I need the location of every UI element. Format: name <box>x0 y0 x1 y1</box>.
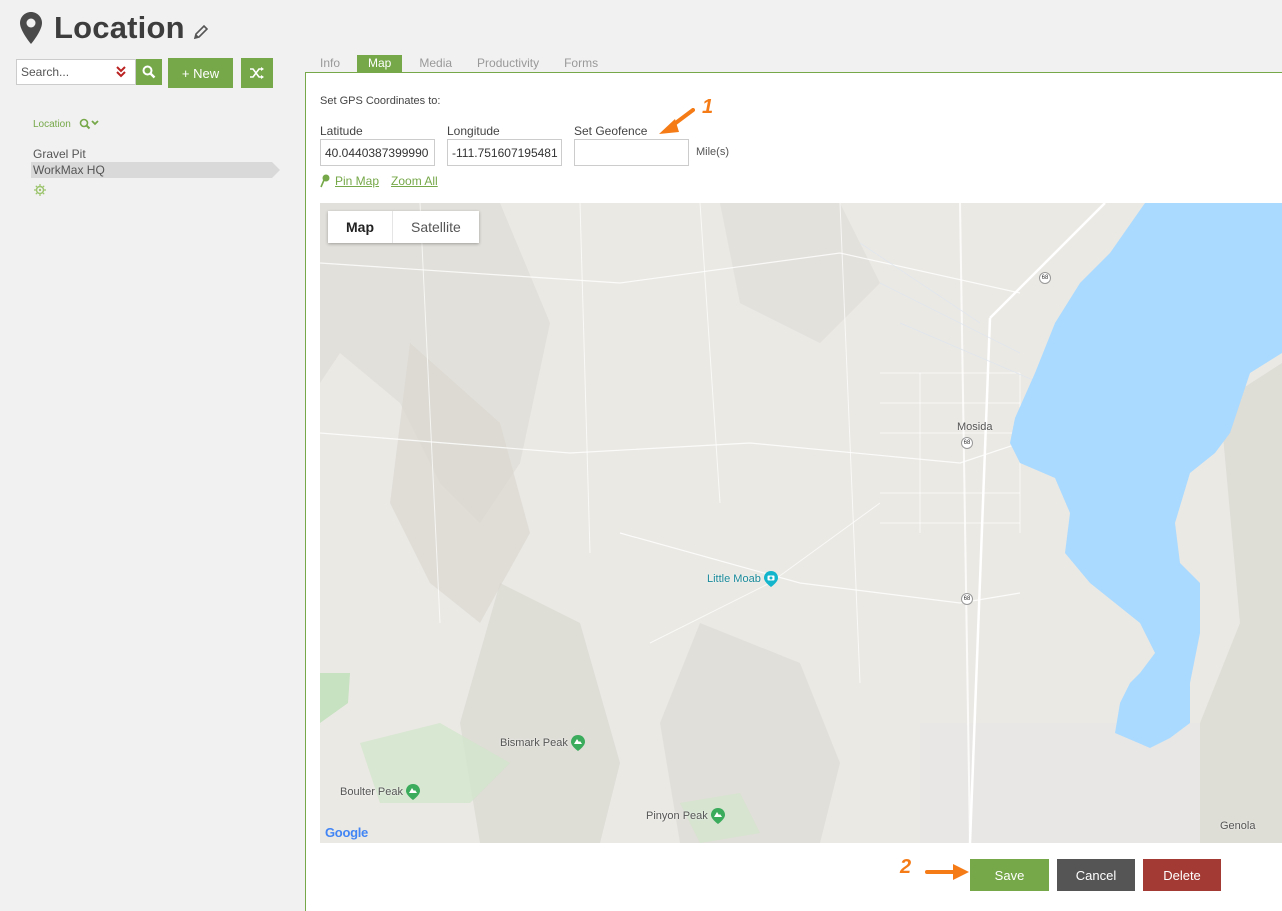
place-label: Bismark Peak <box>500 737 568 749</box>
mountain-poi-icon <box>405 784 420 800</box>
mountain-poi-icon <box>710 808 725 824</box>
tree-item-workmax-hq[interactable]: WorkMax HQ <box>31 162 280 178</box>
tab-productivity[interactable]: Productivity <box>469 55 547 73</box>
geofence-input[interactable] <box>574 139 689 166</box>
page-title: Location <box>54 10 185 45</box>
map-type-map-button[interactable]: Map <box>328 211 393 243</box>
map-type-control: Map Satellite <box>328 211 479 243</box>
longitude-label: Longitude <box>447 124 500 138</box>
cancel-button[interactable]: Cancel <box>1057 859 1135 891</box>
tree-item-gravel-pit[interactable]: Gravel Pit <box>31 146 86 162</box>
place-label: Pinyon Peak <box>646 810 708 822</box>
shuffle-icon <box>250 67 264 79</box>
place-little-moab[interactable]: Little Moab <box>707 571 778 587</box>
gps-coordinates-label: Set GPS Coordinates to: <box>320 95 441 107</box>
annotation-arrow-icon <box>925 864 969 880</box>
tab-forms[interactable]: Forms <box>556 55 606 73</box>
annotation-number-1: 1 <box>702 96 714 118</box>
annotation-number-2: 2 <box>900 856 912 878</box>
map-type-satellite-button[interactable]: Satellite <box>393 211 479 243</box>
page-header: Location <box>20 8 209 48</box>
place-pinyon-peak[interactable]: Pinyon Peak <box>646 808 725 824</box>
place-genola: Genola <box>1220 820 1256 832</box>
save-button[interactable]: Save <box>970 859 1049 891</box>
location-tree-header: Location <box>33 118 99 130</box>
place-mosida: Mosida <box>957 421 993 433</box>
mountain-poi-icon <box>570 735 585 751</box>
tab-map[interactable]: Map <box>357 55 403 73</box>
new-location-button[interactable]: + New <box>168 58 233 88</box>
geofence-unit: Mile(s) <box>696 146 729 158</box>
place-bismark-peak[interactable]: Bismark Peak <box>500 735 585 751</box>
place-label: Boulter Peak <box>340 786 403 798</box>
tab-bar: Info Map Media Productivity Forms <box>312 55 615 73</box>
shuffle-button[interactable] <box>241 58 273 88</box>
pin-icon <box>320 174 330 188</box>
map-links: Pin Map Zoom All <box>320 174 438 188</box>
geofence-label: Set Geofence <box>574 124 648 138</box>
place-boulter-peak[interactable]: Boulter Peak <box>340 784 420 800</box>
pin-map-link[interactable]: Pin Map <box>335 174 379 188</box>
camera-poi-icon <box>763 571 778 587</box>
delete-button[interactable]: Delete <box>1143 859 1221 891</box>
search-icon <box>142 65 156 79</box>
highway-shield: 68 <box>1039 272 1051 284</box>
longitude-input[interactable] <box>447 139 562 166</box>
tab-media[interactable]: Media <box>411 55 460 73</box>
gear-icon[interactable] <box>34 184 46 196</box>
search-button[interactable] <box>136 59 162 85</box>
google-logo: Google <box>325 825 368 840</box>
map-background <box>320 203 1282 843</box>
chevron-down-double-icon[interactable] <box>111 62 131 82</box>
zoom-all-link[interactable]: Zoom All <box>391 174 438 188</box>
latitude-input[interactable] <box>320 139 435 166</box>
map-view[interactable]: Map Satellite 68 Mosida 68 68 Little Moa… <box>320 203 1282 843</box>
highway-shield: 68 <box>961 593 973 605</box>
place-label: Little Moab <box>707 573 761 585</box>
latitude-label: Latitude <box>320 124 363 138</box>
location-pin-icon <box>20 12 42 44</box>
search-input[interactable] <box>17 65 111 79</box>
search-box <box>16 59 136 85</box>
tree-search-icon[interactable] <box>79 118 99 130</box>
edit-pencil-icon[interactable] <box>193 24 209 40</box>
tab-info[interactable]: Info <box>312 55 348 73</box>
tree-header-label: Location <box>33 118 71 130</box>
annotation-arrow-icon <box>659 108 695 134</box>
highway-shield: 68 <box>961 437 973 449</box>
